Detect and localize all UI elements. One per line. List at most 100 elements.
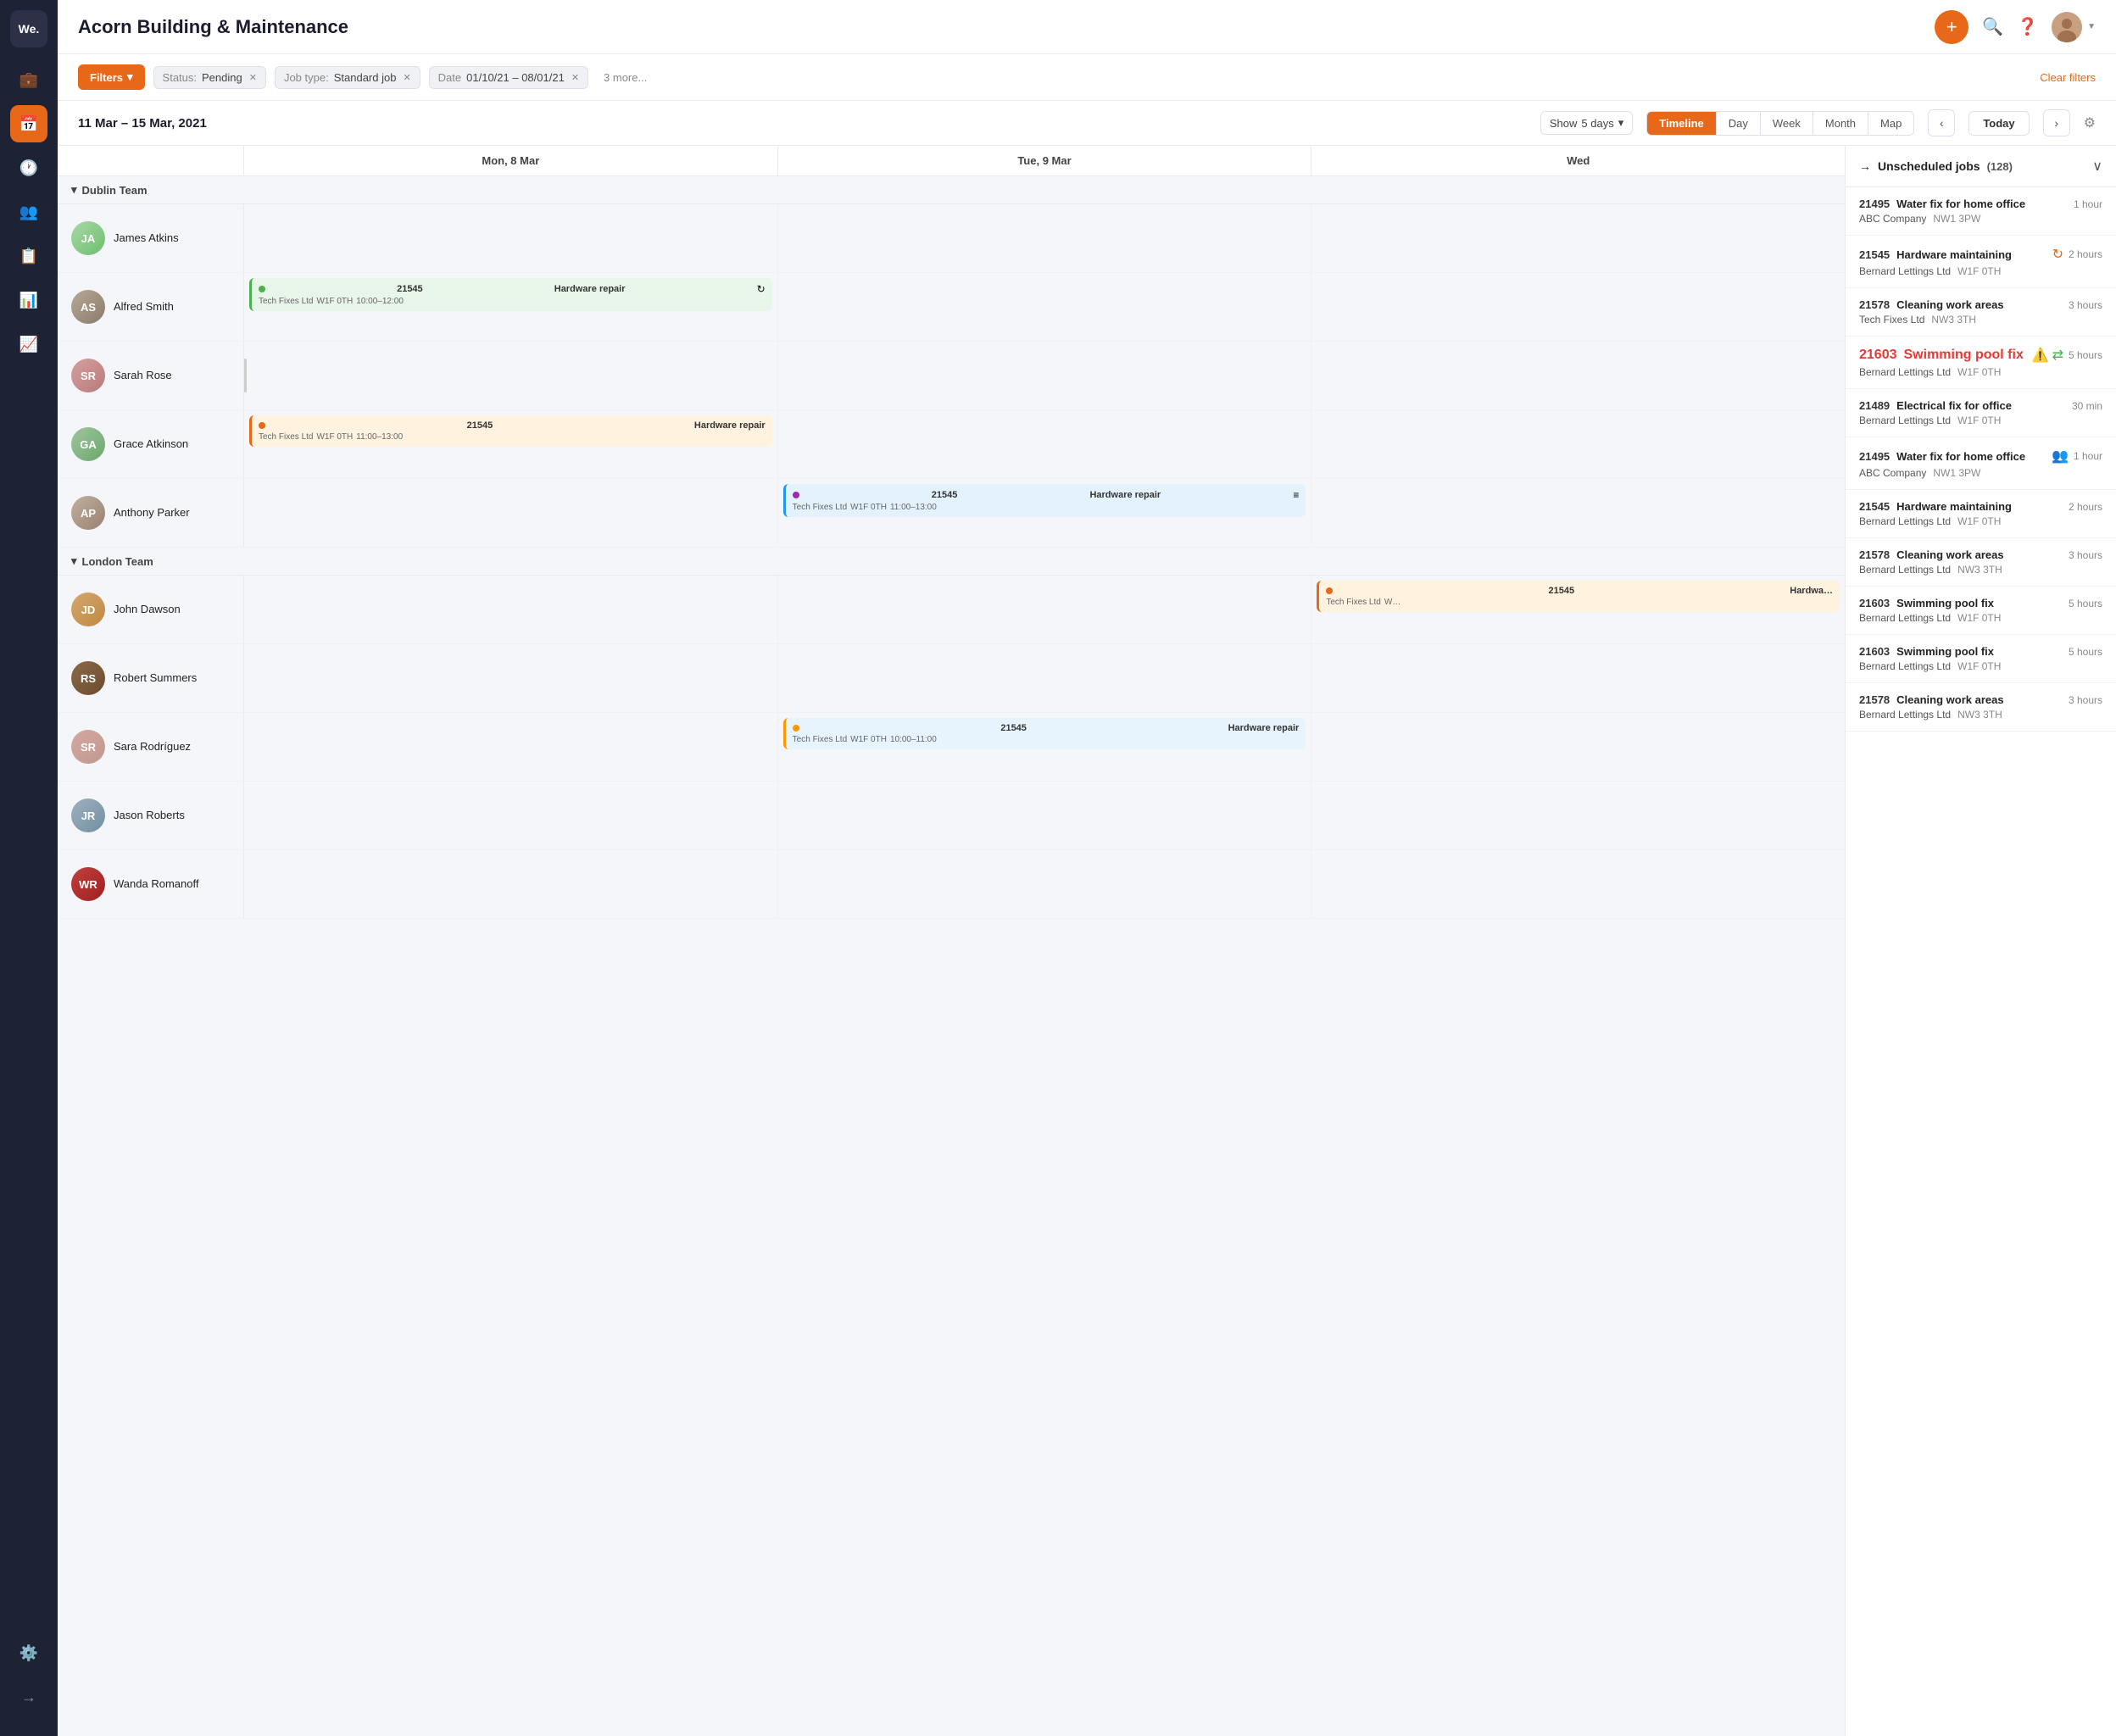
cell-alfred-mon[interactable]: 21545 Hardware repair ↻ Tech Fixes Ltd W… (244, 273, 778, 341)
job-list-location: W1F 0TH (1957, 415, 2001, 426)
team-collapse-arrow-icon: ▾ (71, 554, 77, 568)
warning-icon: ⚠️ (2032, 347, 2049, 364)
cell-james-wed[interactable] (1311, 204, 1845, 272)
cell-james-mon[interactable] (244, 204, 778, 272)
sidebar-item-clock[interactable]: 🕐 (10, 149, 47, 186)
job-list-company: ABC Company (1859, 213, 1926, 225)
list-item-21603-swimming-3[interactable]: 21603 Swimming pool fix 5 hours Bernard … (1846, 635, 2116, 683)
jobtype-filter-close-icon[interactable]: ✕ (403, 72, 410, 83)
cell-sara-wed[interactable] (1311, 713, 1845, 781)
cell-alfred-wed[interactable] (1311, 273, 1845, 341)
cell-sarah-wed[interactable] (1311, 342, 1845, 409)
sidebar-item-report[interactable]: 📊 (10, 281, 47, 319)
job-name: Hardware repair (694, 420, 766, 431)
sidebar-item-list[interactable]: 📋 (10, 237, 47, 275)
tab-map[interactable]: Map (1868, 112, 1913, 135)
cell-robert-mon[interactable] (244, 644, 778, 712)
cell-wanda-mon[interactable] (244, 850, 778, 918)
cell-grace-tue[interactable] (778, 410, 1312, 478)
cell-james-tue[interactable] (778, 204, 1312, 272)
today-button[interactable]: Today (1968, 111, 2029, 136)
person-name-grace-atkinson: Grace Atkinson (114, 437, 188, 452)
cell-jason-tue[interactable] (778, 782, 1312, 849)
date-filter-chip[interactable]: Date 01/10/21 – 08/01/21 ✕ (429, 66, 588, 89)
job-list-location: W1F 0TH (1957, 612, 2001, 624)
show-select[interactable]: Show 5 days ▾ (1540, 111, 1633, 135)
cell-alfred-tue[interactable] (778, 273, 1312, 341)
cell-sara-tue[interactable]: 21545 Hardware repair Tech Fixes Ltd W1F… (778, 713, 1312, 781)
next-button[interactable]: › (2043, 109, 2070, 136)
job-card-grace-21545[interactable]: 21545 Hardware repair Tech Fixes Ltd W1F… (249, 415, 772, 447)
sidebar-item-settings[interactable]: ⚙️ (10, 1634, 47, 1672)
list-item-21489-electrical[interactable]: 21489 Electrical fix for office 30 min B… (1846, 389, 2116, 437)
cell-jason-wed[interactable] (1311, 782, 1845, 849)
sidebar-item-users[interactable]: 👥 (10, 193, 47, 231)
calendar-settings-icon[interactable]: ⚙ (2084, 114, 2096, 131)
list-item-21545-hardware[interactable]: 21545 Hardware maintaining ↻ 2 hours Ber… (1846, 236, 2116, 288)
list-item-21603-swimming-2[interactable]: 21603 Swimming pool fix 5 hours Bernard … (1846, 587, 2116, 635)
cell-robert-tue[interactable] (778, 644, 1312, 712)
tab-timeline[interactable]: Timeline (1647, 112, 1717, 135)
job-list-name: Swimming pool fix (1904, 348, 2032, 363)
cell-grace-mon[interactable]: 21545 Hardware repair Tech Fixes Ltd W1F… (244, 410, 778, 478)
cell-anthony-wed[interactable] (1311, 479, 1845, 547)
list-item-21603-swimming-red[interactable]: 21603 Swimming pool fix ⚠️ ⇄ 5 hours Ber… (1846, 337, 2116, 389)
more-filters-button[interactable]: 3 more... (597, 67, 654, 88)
cell-jason-mon[interactable] (244, 782, 778, 849)
filters-button[interactable]: Filters ▾ (78, 64, 145, 90)
filters-toolbar: Filters ▾ Status: Pending ✕ Job type: St… (58, 54, 2116, 101)
cell-john-wed[interactable]: 21545 Hardwa… Tech Fixes Ltd W… (1311, 576, 1845, 643)
clear-filters-button[interactable]: Clear filters (2040, 71, 2096, 84)
cell-sara-mon[interactable] (244, 713, 778, 781)
list-item-21578-cleaning[interactable]: 21578 Cleaning work areas 3 hours Tech F… (1846, 288, 2116, 337)
cell-john-mon[interactable] (244, 576, 778, 643)
cell-wanda-wed[interactable] (1311, 850, 1845, 918)
list-item-21495-water[interactable]: 21495 Water fix for home office 1 hour A… (1846, 187, 2116, 236)
jobtype-filter-chip[interactable]: Job type: Standard job ✕ (275, 66, 420, 89)
person-info-alfred-smith: AS Alfred Smith (58, 273, 244, 341)
job-card-john-21545[interactable]: 21545 Hardwa… Tech Fixes Ltd W… (1317, 581, 1840, 612)
sidebar-item-chart[interactable]: 📈 (10, 326, 47, 363)
avatar-alfred-smith: AS (71, 290, 105, 324)
person-row-wanda-romanoff: WR Wanda Romanoff (58, 850, 1845, 919)
status-filter-chip[interactable]: Status: Pending ✕ (153, 66, 266, 89)
job-list-duration: 1 hour (2074, 450, 2102, 462)
team-header-london[interactable]: ▾ London Team (58, 548, 1845, 576)
list-item-21578-cleaning-3[interactable]: 21578 Cleaning work areas 3 hours Bernar… (1846, 683, 2116, 732)
search-icon[interactable]: 🔍 (1982, 16, 2003, 37)
list-item-21495-water-2[interactable]: 21495 Water fix for home office 👥 1 hour… (1846, 437, 2116, 490)
job-details: Tech Fixes Ltd W1F 0TH 10:00–11:00 (793, 735, 1300, 744)
person-row-anthony-parker: AP Anthony Parker 21545 Hardware repair … (58, 479, 1845, 548)
cell-john-tue[interactable] (778, 576, 1312, 643)
user-avatar-wrap[interactable]: ▼ (2052, 12, 2096, 42)
calendar-controls: 11 Mar – 15 Mar, 2021 Show 5 days ▾ Time… (58, 101, 2116, 146)
cell-robert-wed[interactable] (1311, 644, 1845, 712)
tab-day[interactable]: Day (1717, 112, 1761, 135)
cell-anthony-tue[interactable]: 21545 Hardware repair ≡ Tech Fixes Ltd W… (778, 479, 1312, 547)
help-icon[interactable]: ❓ (2017, 16, 2038, 37)
tab-month[interactable]: Month (1813, 112, 1868, 135)
sidebar-item-arrow[interactable]: → (10, 1678, 47, 1716)
team-header-dublin[interactable]: ▾ Dublin Team (58, 176, 1845, 204)
add-button[interactable]: + (1935, 10, 1968, 44)
avatar (2052, 12, 2082, 42)
job-card-sara-21545[interactable]: 21545 Hardware repair Tech Fixes Ltd W1F… (783, 718, 1306, 749)
cell-anthony-mon[interactable] (244, 479, 778, 547)
cell-grace-wed[interactable] (1311, 410, 1845, 478)
cell-wanda-tue[interactable] (778, 850, 1312, 918)
sidebar-item-briefcase[interactable]: 💼 (10, 61, 47, 98)
date-filter-close-icon[interactable]: ✕ (571, 72, 579, 83)
list-item-21578-cleaning-2[interactable]: 21578 Cleaning work areas 3 hours Bernar… (1846, 538, 2116, 587)
cell-sarah-mon[interactable] (244, 342, 778, 409)
unscheduled-list: 21495 Water fix for home office 1 hour A… (1846, 187, 2116, 1736)
sidebar-item-calendar[interactable]: 📅 (10, 105, 47, 142)
tab-week[interactable]: Week (1761, 112, 1813, 135)
status-filter-close-icon[interactable]: ✕ (249, 72, 257, 83)
list-item-21545-hardware-2[interactable]: 21545 Hardware maintaining 2 hours Berna… (1846, 490, 2116, 538)
job-card-alfred-21545[interactable]: 21545 Hardware repair ↻ Tech Fixes Ltd W… (249, 278, 772, 311)
cell-sarah-tue[interactable] (778, 342, 1312, 409)
job-card-anthony-21545[interactable]: 21545 Hardware repair ≡ Tech Fixes Ltd W… (783, 484, 1306, 517)
unscheduled-chevron-icon[interactable]: ∨ (2092, 158, 2102, 175)
prev-button[interactable]: ‹ (1928, 109, 1955, 136)
job-list-company: Bernard Lettings Ltd (1859, 515, 1951, 527)
